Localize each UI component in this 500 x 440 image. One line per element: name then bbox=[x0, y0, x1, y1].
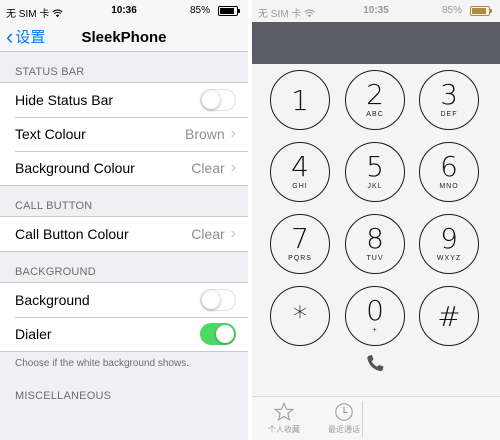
call-button[interactable] bbox=[363, 352, 387, 376]
status-time: 10:35 bbox=[363, 5, 389, 16]
background-colour-label: Background Colour bbox=[15, 160, 135, 176]
key-letters: MNO bbox=[439, 183, 459, 190]
key-digit: 7 bbox=[291, 222, 309, 255]
key-digit: 9 bbox=[440, 222, 458, 255]
key-letters: + bbox=[372, 327, 378, 334]
status-bar: 无 SIM 卡 10:36 85% bbox=[0, 0, 248, 22]
background-colour-row[interactable]: Background Colour Clear › bbox=[0, 151, 248, 185]
call-button-colour-row[interactable]: Call Button Colour Clear › bbox=[0, 217, 248, 251]
battery-icon bbox=[218, 6, 240, 16]
background-colour-value: Clear bbox=[191, 160, 225, 176]
star-icon bbox=[273, 401, 295, 421]
battery-fill bbox=[472, 8, 486, 14]
key-8[interactable]: 8 TUV bbox=[345, 214, 405, 274]
chevron-right-icon: › bbox=[230, 225, 236, 242]
key-digit: 1 bbox=[291, 84, 309, 117]
key-letters: DEF bbox=[440, 111, 458, 118]
phone-icon bbox=[367, 355, 384, 372]
tab-recents[interactable]: 最近通话 bbox=[314, 401, 374, 435]
number-display bbox=[252, 22, 500, 64]
navigation-bar: ‹ 设置 SleekPhone bbox=[0, 22, 248, 52]
key-digit: 4 bbox=[291, 150, 309, 183]
chevron-right-icon: › bbox=[230, 125, 236, 142]
key-3[interactable]: 3 DEF bbox=[419, 70, 479, 130]
dialer-row: Dialer bbox=[0, 317, 248, 351]
status-time: 10:36 bbox=[111, 5, 137, 16]
call-button-colour-value: Clear bbox=[191, 226, 225, 242]
toggle-knob bbox=[216, 325, 234, 343]
battery-fill bbox=[220, 8, 234, 14]
key-digit: 5 bbox=[366, 150, 384, 183]
key-2[interactable]: 2 ABC bbox=[345, 70, 405, 130]
hide-status-bar-label: Hide Status Bar bbox=[15, 92, 114, 108]
key-letters: PQRS bbox=[288, 255, 312, 262]
key-digit: * bbox=[293, 300, 307, 333]
dialer-screen: 无 SIM 卡 10:35 85% 1 2 ABC 3 DEF 4 GHI 5 JKL … bbox=[252, 0, 500, 440]
page-title: SleekPhone bbox=[81, 29, 167, 46]
background-row: Background bbox=[0, 283, 248, 317]
background-group: Background Dialer bbox=[0, 282, 248, 352]
key-letters: GHI bbox=[292, 183, 308, 190]
key-digit: 0 bbox=[366, 294, 384, 327]
tab-label: 最近通话 bbox=[328, 425, 360, 434]
tab-separator bbox=[362, 401, 363, 437]
hide-status-bar-toggle[interactable] bbox=[200, 89, 236, 111]
call-button-group: Call Button Colour Clear › bbox=[0, 216, 248, 252]
key-star[interactable]: * bbox=[270, 286, 330, 346]
key-0[interactable]: 0 + bbox=[345, 286, 405, 346]
status-bar: 无 SIM 卡 10:35 85% bbox=[252, 0, 500, 22]
key-4[interactable]: 4 GHI bbox=[270, 142, 330, 202]
tab-bar: 个人收藏 最近通话 bbox=[252, 396, 500, 440]
key-letters: TUV bbox=[366, 255, 384, 262]
text-colour-value: Brown bbox=[184, 126, 225, 142]
section-header-background: BACKGROUND bbox=[15, 266, 96, 278]
dialer-label: Dialer bbox=[15, 326, 52, 342]
text-colour-label: Text Colour bbox=[15, 126, 86, 142]
settings-screen: 无 SIM 卡 10:36 85% ‹ 设置 SleekPhone STATUS… bbox=[0, 0, 248, 440]
key-digit: 6 bbox=[440, 150, 458, 183]
key-hash[interactable]: # bbox=[419, 286, 479, 346]
key-6[interactable]: 6 MNO bbox=[419, 142, 479, 202]
toggle-knob bbox=[202, 291, 220, 309]
key-5[interactable]: 5 JKL bbox=[345, 142, 405, 202]
tab-favorites[interactable]: 个人收藏 bbox=[254, 401, 314, 435]
screenshot: 无 SIM 卡 10:36 85% ‹ 设置 SleekPhone STATUS… bbox=[0, 0, 500, 440]
toggle-knob bbox=[202, 91, 220, 109]
key-1[interactable]: 1 bbox=[270, 70, 330, 130]
dialer-toggle[interactable] bbox=[200, 323, 236, 345]
clock-icon bbox=[335, 403, 353, 421]
key-9[interactable]: 9 WXYZ bbox=[419, 214, 479, 274]
key-digit: # bbox=[437, 300, 461, 333]
battery-percent: 85% bbox=[441, 5, 462, 16]
section-header-status-bar: STATUS BAR bbox=[15, 66, 85, 78]
key-digit: 8 bbox=[366, 222, 384, 255]
background-toggle[interactable] bbox=[200, 289, 236, 311]
keypad: 1 2 ABC 3 DEF 4 GHI 5 JKL 6 MNO 7 PQRS 8 TUV 9W… bbox=[252, 64, 500, 364]
key-digit: 2 bbox=[366, 78, 384, 111]
key-letters: WXYZ bbox=[436, 255, 462, 262]
battery-percent: 85% bbox=[189, 5, 210, 16]
battery-icon bbox=[470, 6, 492, 16]
tab-label: 个人收藏 bbox=[268, 425, 300, 434]
key-letters: JKL bbox=[367, 183, 383, 190]
key-letters: ABC bbox=[366, 111, 384, 118]
status-bar-group: Hide Status Bar Text Colour Brown › Back… bbox=[0, 82, 248, 186]
hide-status-bar-row: Hide Status Bar bbox=[0, 83, 248, 117]
chevron-right-icon: › bbox=[230, 159, 236, 176]
call-button-colour-label: Call Button Colour bbox=[15, 226, 129, 242]
section-header-miscellaneous: MISCELLANEOUS bbox=[15, 390, 112, 402]
key-7[interactable]: 7 PQRS bbox=[270, 214, 330, 274]
section-header-call-button: CALL BUTTON bbox=[15, 200, 93, 212]
text-colour-row[interactable]: Text Colour Brown › bbox=[0, 117, 248, 151]
background-label: Background bbox=[15, 292, 90, 308]
background-footer-note: Choose if the white background shows. bbox=[15, 358, 189, 369]
key-digit: 3 bbox=[440, 78, 458, 111]
